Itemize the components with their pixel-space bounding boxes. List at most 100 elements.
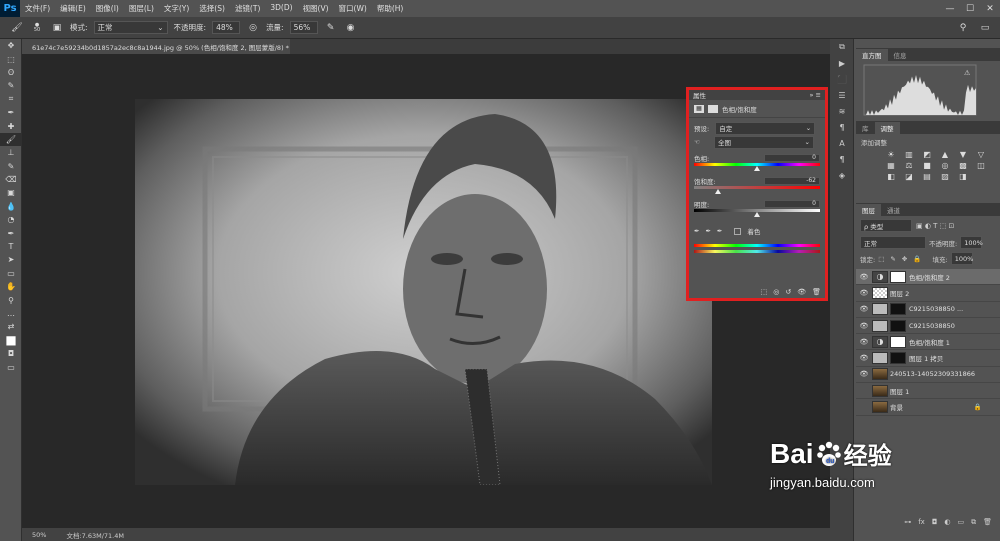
flow-input[interactable]: 56% <box>289 21 318 34</box>
pen-tool-icon[interactable]: ✒ <box>0 226 22 239</box>
hand-target-icon[interactable]: ☜ <box>694 138 706 146</box>
hue-slider-thumb[interactable] <box>754 166 760 171</box>
brightness-icon[interactable]: ☀ <box>884 150 898 159</box>
tab-channels[interactable]: 通道 <box>881 204 906 216</box>
hue-value-input[interactable]: 0 <box>764 153 820 162</box>
black-white-icon[interactable]: ■ <box>920 161 934 170</box>
layer-mask-thumbnail[interactable] <box>890 335 906 348</box>
close-button[interactable]: ✕ <box>980 4 1000 14</box>
brush-icon[interactable]: 🖌 <box>10 21 24 35</box>
brush-panel-toggle-icon[interactable]: ▣ <box>50 21 64 35</box>
airbrush-icon[interactable]: ✎ <box>324 21 338 35</box>
mode-select[interactable]: 正常 ⌄ <box>93 21 168 34</box>
menu-item-1[interactable]: 编辑(E) <box>55 3 91 14</box>
menu-item-9[interactable]: 窗口(W) <box>334 3 372 14</box>
zoom-level[interactable]: 50% <box>32 531 46 539</box>
levels-icon[interactable]: ▥ <box>902 150 916 159</box>
panel-menu-icon[interactable]: » ≡ <box>810 91 822 99</box>
tab-histogram[interactable]: 直方图 <box>856 49 888 61</box>
visibility-icon[interactable]: 👁 <box>797 288 806 296</box>
clip-to-layer-icon[interactable]: ⬚ <box>761 288 768 296</box>
saturation-slider[interactable] <box>694 186 820 189</box>
exposure-icon[interactable]: ▲ <box>938 150 952 159</box>
eyedropper-minus-icon[interactable]: ✒ <box>717 227 722 235</box>
layer-row[interactable]: 图层 1 <box>856 383 1000 400</box>
tab-info[interactable]: 信息 <box>888 49 913 61</box>
hand-tool-icon[interactable]: ✋ <box>0 280 22 293</box>
marquee-tool-icon[interactable]: ⬚ <box>0 52 22 65</box>
shape-tool-icon[interactable]: ▭ <box>0 267 22 280</box>
hue-sat-icon[interactable]: ▦ <box>884 161 898 170</box>
layer-row[interactable]: 👁 图层 1 拷贝 <box>856 350 1000 367</box>
mask-icon[interactable] <box>708 104 718 113</box>
move-tool-icon[interactable]: ✥ <box>0 39 22 52</box>
lightness-slider-thumb[interactable] <box>754 212 760 217</box>
delete-icon[interactable]: 🗑 <box>812 288 821 296</box>
photo-filter-icon[interactable]: ◎ <box>938 161 952 170</box>
paragraph-icon[interactable]: ¶ <box>830 119 854 135</box>
visibility-eye-icon[interactable]: 👁 <box>856 305 872 313</box>
menu-item-4[interactable]: 文字(Y) <box>159 3 194 14</box>
preset-select[interactable]: 自定 ⌄ <box>715 121 816 135</box>
canvas-image[interactable] <box>135 99 712 485</box>
workspace-icon[interactable]: ▭ <box>978 21 992 35</box>
visibility-eye-icon[interactable]: 👁 <box>856 273 872 281</box>
threshold-icon[interactable]: ▤ <box>920 172 934 181</box>
layer-row[interactable]: 👁 ◑ 色相/饱和度 2 <box>856 269 1000 286</box>
selective-color-icon[interactable]: ▨ <box>938 172 952 181</box>
paragraph-style-icon[interactable]: ¶ <box>830 151 854 167</box>
layer-opacity-input[interactable]: 100% <box>960 236 983 249</box>
menu-item-5[interactable]: 选择(S) <box>194 3 230 14</box>
visibility-eye-icon[interactable]: 👁 <box>856 322 872 330</box>
channel-mixer-icon[interactable]: ▩ <box>956 161 970 170</box>
layer-row[interactable]: 👁 240513-14052309331866 <box>856 367 1000 384</box>
character-icon[interactable]: A <box>830 135 854 151</box>
color-icon[interactable]: ⬛ <box>830 71 854 87</box>
eyedropper-tool-icon[interactable]: ✒ <box>0 106 22 119</box>
filter-icons[interactable]: ▣ ◐ T ⬚ ⊡ <box>916 222 954 230</box>
menu-item-7[interactable]: 3D(D) <box>265 3 297 14</box>
layer-row[interactable]: 👁 C9215038850 ... <box>856 302 1000 318</box>
invert-icon[interactable]: ◧ <box>884 172 898 181</box>
layer-filter-select[interactable]: ρ 类型 <box>860 219 912 232</box>
actions-play-icon[interactable]: ▶ <box>830 55 854 71</box>
quick-select-tool-icon[interactable]: ✎ <box>0 79 22 92</box>
visibility-eye-icon[interactable]: 👁 <box>856 354 872 362</box>
eraser-tool-icon[interactable]: ⌫ <box>0 173 22 186</box>
layer-row[interactable]: 背景 🔒 <box>856 399 1000 416</box>
history-brush-tool-icon[interactable]: ✎ <box>0 160 22 173</box>
posterize-icon[interactable]: ◪ <box>902 172 916 181</box>
tab-libraries[interactable]: 库 <box>856 122 875 134</box>
more-tool-icon[interactable]: … <box>0 307 22 320</box>
document-tab[interactable]: 61e74c7e59234b0d1857a2ec8c8a1944.jpg @ 5… <box>22 39 290 54</box>
swap-colors-tool-icon[interactable]: ⇄ <box>0 320 22 333</box>
menu-item-3[interactable]: 图层(L) <box>124 3 159 14</box>
pressure-size-icon[interactable]: ◉ <box>344 21 358 35</box>
eyedropper-icon[interactable]: ✒ <box>694 227 699 235</box>
blend-mode-select[interactable]: 正常 <box>860 236 926 249</box>
healing-tool-icon[interactable]: ✚ <box>0 119 22 132</box>
brush-preset-picker[interactable]: ● 50 <box>30 21 44 35</box>
search-icon[interactable]: ⚲ <box>956 21 970 35</box>
menu-item-6[interactable]: 滤镜(T) <box>230 3 265 14</box>
saturation-value-input[interactable]: -62 <box>764 176 820 185</box>
saturation-slider-thumb[interactable] <box>714 189 721 194</box>
new-group-icon[interactable]: ▭ <box>957 518 964 526</box>
layer-mask-thumbnail[interactable] <box>890 319 906 332</box>
tab-adjustments[interactable]: 调整 <box>874 122 900 134</box>
tab-layers[interactable]: 图层 <box>856 204 881 216</box>
3d-icon[interactable]: ◈ <box>830 167 854 183</box>
brush-presets-icon[interactable]: ≋ <box>830 103 854 119</box>
crop-tool-icon[interactable]: ⌗ <box>0 93 22 106</box>
gradient-map-icon[interactable]: ◨ <box>956 172 970 181</box>
color-swatch-tool-icon[interactable]: ■ <box>0 333 22 347</box>
layer-row[interactable]: 👁 ◑ 色相/饱和度 1 <box>856 334 1000 351</box>
menu-item-0[interactable]: 文件(F) <box>20 3 55 14</box>
view-previous-icon[interactable]: ◎ <box>773 288 779 296</box>
opacity-input[interactable]: 48% <box>212 21 241 34</box>
layer-row[interactable]: 👁 C9215038850 <box>856 318 1000 335</box>
pressure-opacity-icon[interactable]: ◎ <box>246 21 260 35</box>
screen-mode-tool-icon[interactable]: ▭ <box>0 360 22 373</box>
gradient-tool-icon[interactable]: ▣ <box>0 186 22 199</box>
document-info[interactable]: 文档:7.63M/71.4M <box>66 530 124 540</box>
